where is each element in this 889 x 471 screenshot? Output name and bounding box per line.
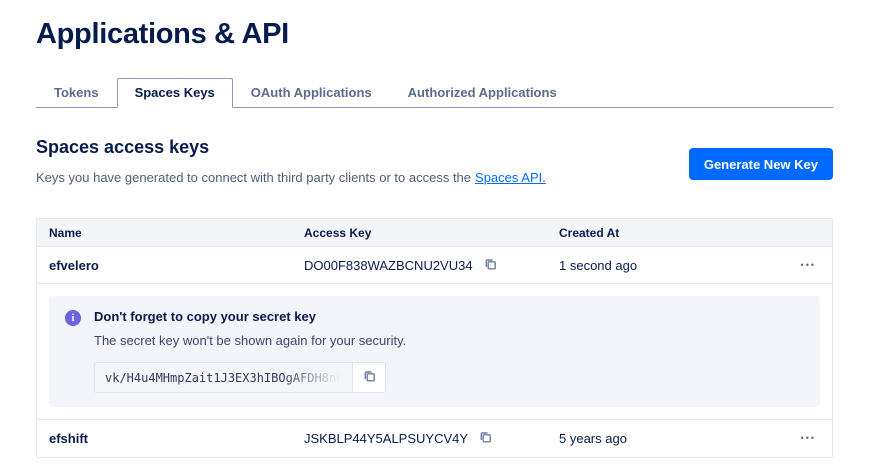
access-key-cell: DO00F838WAZBCNU2VU34 <box>292 257 547 274</box>
copy-access-key-button[interactable] <box>483 257 497 274</box>
table-header-row: Name Access Key Created At <box>37 219 832 247</box>
access-key-value: DO00F838WAZBCNU2VU34 <box>304 258 473 273</box>
copy-icon <box>478 430 492 447</box>
access-key-value: JSKBLP44Y5ALPSUYCV4Y <box>304 431 468 446</box>
tab-spaces-keys[interactable]: Spaces Keys <box>117 78 233 108</box>
table-row: efvelero DO00F838WAZBCNU2VU34 1 second a… <box>37 247 832 283</box>
tab-bar: Tokens Spaces Keys OAuth Applications Au… <box>36 78 833 108</box>
page-title: Applications & API <box>36 18 833 51</box>
section-header-text: Spaces access keys Keys you have generat… <box>36 137 546 185</box>
section-description-text: Keys you have generated to connect with … <box>36 170 471 185</box>
secret-key-callout-row: i Don't forget to copy your secret key T… <box>37 283 832 419</box>
secret-key-value: vk/H4u4MHmpZait1J3EX3hIBOgAFDH8n6gTv3H <box>105 371 352 385</box>
spaces-api-link[interactable]: Spaces API. <box>475 170 546 185</box>
spaces-keys-table: Name Access Key Created At efvelero DO00… <box>36 218 833 458</box>
created-at-value: 1 second ago <box>547 258 776 273</box>
generate-new-key-button[interactable]: Generate New Key <box>689 148 833 180</box>
tab-oauth-applications[interactable]: OAuth Applications <box>233 78 390 108</box>
secret-key-field: vk/H4u4MHmpZait1J3EX3hIBOgAFDH8n6gTv3H <box>94 362 352 393</box>
secret-key-callout: i Don't forget to copy your secret key T… <box>49 296 820 407</box>
ellipsis-icon: ••• <box>801 260 816 270</box>
access-key-cell: JSKBLP44Y5ALPSUYCV4Y <box>292 430 547 447</box>
column-header-created-at: Created At <box>547 226 776 240</box>
created-at-value: 5 years ago <box>547 431 776 446</box>
row-actions-menu-button[interactable]: ••• <box>776 261 832 270</box>
info-icon: i <box>65 310 81 326</box>
callout-description: The secret key won't be shown again for … <box>94 333 406 348</box>
section-description: Keys you have generated to connect with … <box>36 170 546 185</box>
column-header-name: Name <box>37 226 292 240</box>
copy-icon <box>362 369 376 386</box>
section-heading: Spaces access keys <box>36 137 546 158</box>
copy-secret-key-button[interactable] <box>352 362 386 393</box>
key-name: efvelero <box>37 258 292 273</box>
secret-key-field-group: vk/H4u4MHmpZait1J3EX3hIBOgAFDH8n6gTv3H <box>94 362 406 393</box>
ellipsis-icon: ••• <box>801 433 816 443</box>
applications-api-page: Applications & API Tokens Spaces Keys OA… <box>0 0 833 458</box>
copy-access-key-button[interactable] <box>478 430 492 447</box>
tab-tokens[interactable]: Tokens <box>36 78 117 108</box>
table-row: efshift JSKBLP44Y5ALPSUYCV4Y 5 years ago… <box>37 419 832 457</box>
tab-authorized-applications[interactable]: Authorized Applications <box>390 78 575 108</box>
section-header: Spaces access keys Keys you have generat… <box>36 137 833 185</box>
copy-icon <box>483 257 497 274</box>
row-actions-menu-button[interactable]: ••• <box>776 434 832 443</box>
callout-title: Don't forget to copy your secret key <box>94 309 406 324</box>
key-name: efshift <box>37 431 292 446</box>
callout-body: Don't forget to copy your secret key The… <box>94 309 406 393</box>
column-header-access-key: Access Key <box>292 226 547 240</box>
